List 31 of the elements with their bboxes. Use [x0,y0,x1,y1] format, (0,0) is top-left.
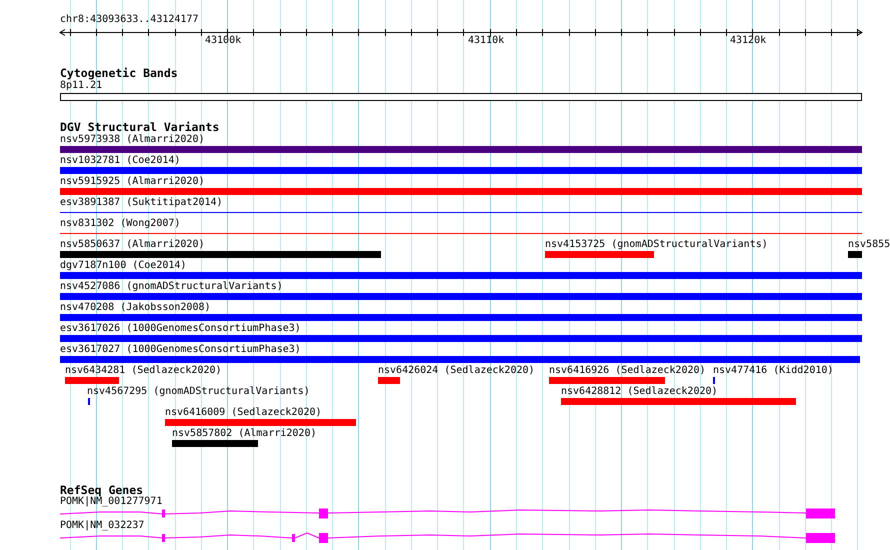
feature-label: nsv470208 (Jakobsson2008) [60,302,211,314]
feature-label: esv3617026 (1000GenomesConsortiumPhase3) [60,323,301,335]
feature-label: nsv6434281 (Sedlazeck2020) [65,365,222,377]
feature-label: nsv831302 (Wong2007) [60,218,180,230]
feature-label: nsv6428812 (Sedlazeck2020) [561,386,718,398]
feature-label: nsv5857802 (Almarri2020) [172,428,316,440]
feature-label: nsv5855 [848,239,890,251]
feature-label: nsv6416926 (Sedlazeck2020) [549,365,706,377]
track-title: RefSeq Genes [60,484,144,497]
feature-label: esv3891387 (Suktitipat2014) [60,197,223,209]
gene-label: POMK|NM_032237 [60,520,144,532]
feature-label: nsv5915925 (Almarri2020) [60,176,204,188]
tick-label: 43120k [730,35,766,47]
feature-label: nsv5973938 (Almarri2020) [60,134,204,146]
feature-label: nsv4567295 (gnomADStructuralVariants) [87,386,310,398]
feature-label: nsv6426024 (Sedlazeck2020) [378,365,535,377]
gene-label: POMK|NM_001277971 [60,496,162,508]
feature-label: dgv7187n100 (Coe2014) [60,260,186,272]
track-title: DGV Structural Variants [60,121,220,134]
feature-label: nsv4153725 (gnomADStructuralVariants) [545,239,768,251]
feature-label: nsv477416 (Kidd2010) [713,365,834,377]
location-label: chr8:43093633..43124177 [60,14,198,26]
feature-label: esv3617027 (1000GenomesConsortiumPhase3) [60,344,301,356]
feature-label: nsv5850637 (Almarri2020) [60,239,204,251]
feature-label: nsv6416009 (Sedlazeck2020) [165,407,322,419]
feature-label: nsv4527086 (gnomADStructuralVariants) [60,281,283,293]
tick-label: 43100k [205,35,242,47]
feature-label: nsv1032781 (Coe2014) [60,155,180,167]
track-title: Cytogenetic Bands [60,67,178,80]
tick-label: 43110k [468,35,504,47]
band-label: 8p11.21 [60,80,102,92]
